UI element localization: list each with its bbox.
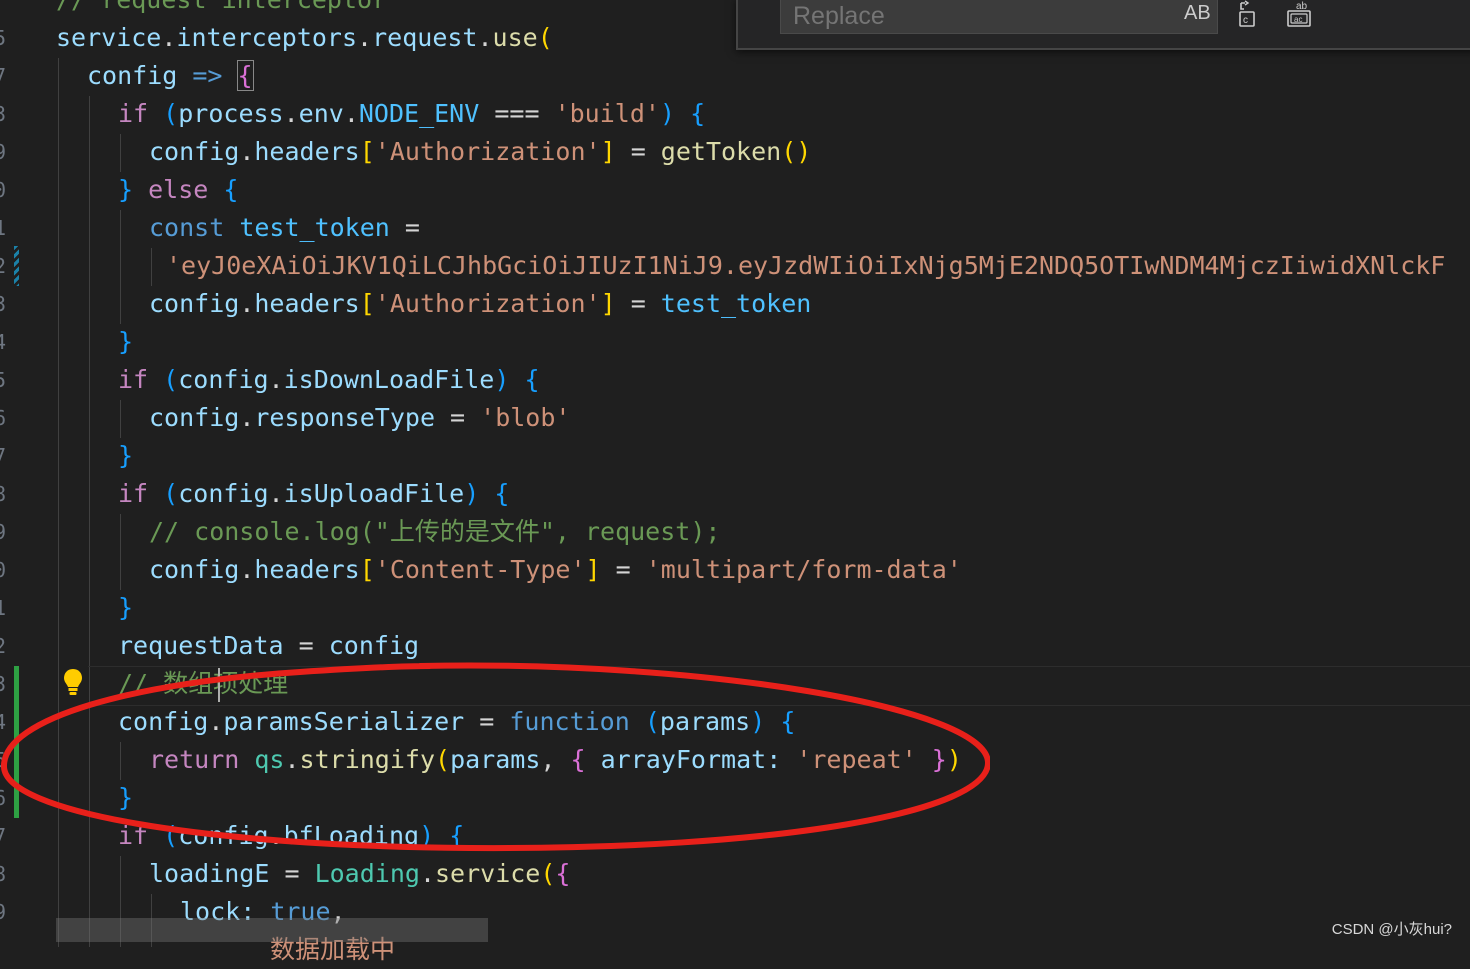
code-line: config.paramsSerializer = function (para…: [118, 707, 796, 736]
code-line: if (config.isUploadFile) {: [118, 479, 510, 508]
code-line: requestData = config: [118, 631, 420, 660]
code-line: }: [118, 593, 134, 622]
code-line: loadingE = Loading.service({: [149, 859, 571, 888]
svg-text:c: c: [1243, 15, 1248, 26]
code-line: config.headers['Authorization'] = getTok…: [149, 137, 812, 166]
code-editor[interactable]: // request interceptor service.intercept…: [0, 0, 1470, 964]
indent-guide: [120, 134, 121, 172]
code-line: }: [118, 783, 134, 812]
code-line: }: [118, 327, 134, 356]
replace-input[interactable]: [780, 0, 1218, 34]
code-line: config.headers['Authorization'] = test_t…: [149, 289, 812, 318]
horizontal-scrollbar[interactable]: [56, 918, 488, 942]
code-line: // console.log("上传的是文件", request);: [149, 517, 721, 546]
indent-guide: [58, 58, 59, 947]
indent-guide: [120, 742, 121, 780]
code-line: } else {: [118, 175, 239, 204]
code-line: config => {: [87, 60, 254, 91]
code-line: 'eyJ0eXAiOiJKV1QiLCJhbGciOiJIUzI1NiJ9.ey…: [166, 251, 1446, 280]
lightbulb-icon[interactable]: [62, 668, 84, 696]
watermark: CSDN @小灰hui?: [1331, 921, 1452, 938]
code-line: // request interceptor: [56, 0, 387, 19]
svg-text:ac: ac: [1294, 15, 1302, 24]
code-line: const test_token =: [149, 213, 420, 242]
code-line: }: [118, 441, 134, 470]
find-replace-widget: AB c ab ac: [736, 0, 1470, 50]
indent-guide: [120, 400, 121, 438]
current-line-highlight: [88, 666, 1470, 706]
indent-guide: [89, 96, 90, 947]
indent-guide: [120, 210, 121, 324]
code-line: if (config.bfLoading) {: [118, 821, 465, 850]
code-line: service.interceptors.request.use(: [56, 23, 553, 52]
code-line: // 数组项处理: [118, 669, 289, 698]
replace-icon[interactable]: c: [1236, 0, 1264, 28]
text-cursor: [218, 668, 220, 702]
code-line: if (process.env.NODE_ENV === 'build') {: [118, 99, 706, 128]
replace-all-icon[interactable]: ab ac: [1284, 0, 1316, 28]
code-line: config.responseType = 'blob': [149, 403, 571, 432]
preserve-case-toggle[interactable]: AB: [1184, 0, 1211, 26]
code-line: return qs.stringify(params, { arrayForma…: [149, 745, 962, 774]
indent-guide: [151, 248, 152, 286]
code-line: config.headers['Content-Type'] = 'multip…: [149, 555, 962, 584]
indent-guide: [120, 514, 121, 590]
code-line: if (config.isDownLoadFile) {: [118, 365, 540, 394]
